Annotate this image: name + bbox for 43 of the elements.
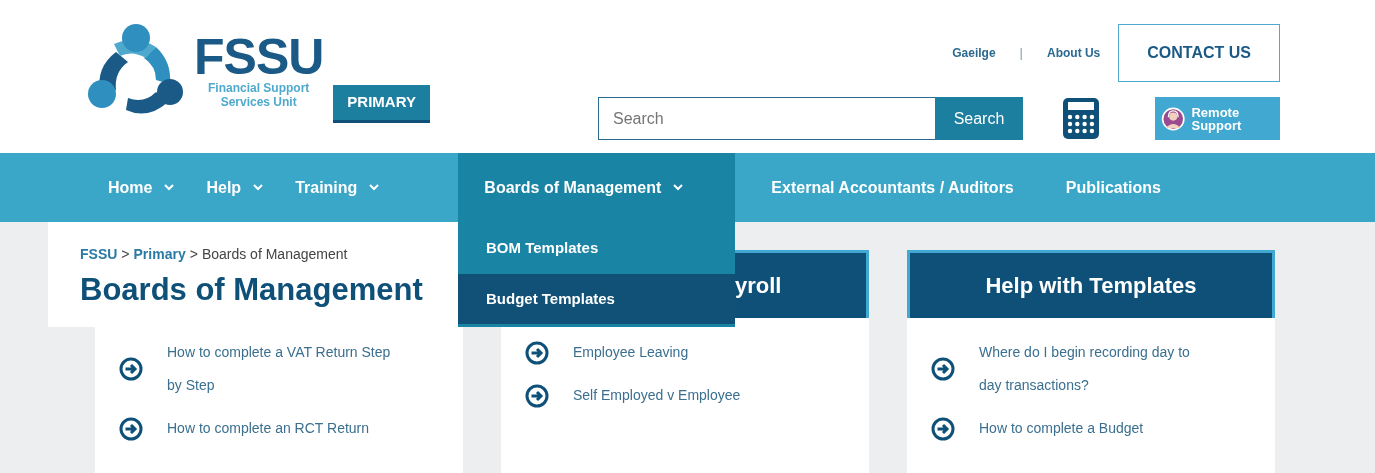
card-link[interactable]: Where do I begin recording day to day transactions? <box>979 336 1211 402</box>
arrow-circle-icon <box>931 416 955 441</box>
card-link[interactable]: Self Employed v Employee <box>573 379 805 412</box>
dropdown-item[interactable]: Budget Templates <box>458 274 735 327</box>
calculator-icon[interactable] <box>1062 97 1100 140</box>
arrow-circle-icon <box>931 357 955 381</box>
search-button[interactable]: Search <box>935 97 1023 140</box>
page-title: Boards of Management <box>80 271 424 309</box>
header-link[interactable]: About Us <box>1046 44 1101 62</box>
contact-button[interactable]: CONTACT US <box>1118 24 1280 82</box>
nav-item[interactable]: External Accountants / Auditors <box>745 153 1040 222</box>
breadcrumb-link[interactable]: FSSU <box>80 246 118 262</box>
breadcrumb-separator: > <box>189 246 198 262</box>
nav-item[interactable]: Help <box>190 153 280 222</box>
card-link[interactable]: How to complete an RCT Return <box>167 412 399 445</box>
logo-subtitle: Financial Support Services Unit <box>207 82 311 110</box>
chevron-down-icon <box>164 184 175 191</box>
dropdown-item[interactable]: BOM Templates <box>458 222 735 274</box>
arrow-circle-icon <box>525 340 549 365</box>
nav-item[interactable]: Home <box>92 153 191 222</box>
nav-item[interactable]: Training <box>279 153 396 222</box>
nav-item[interactable]: Publications <box>1039 153 1187 222</box>
card-title: Help with Templates <box>985 272 1197 300</box>
arrow-circle-icon <box>119 416 143 441</box>
chevron-down-icon <box>369 184 380 191</box>
card-link[interactable]: Employee Leaving <box>573 336 805 369</box>
breadcrumb-link[interactable]: Primary <box>133 246 186 262</box>
logo-title: FSSU <box>194 32 324 82</box>
section-label: PRIMARY <box>333 85 430 123</box>
arrow-circle-icon <box>525 383 549 408</box>
arrow-circle-icon <box>119 357 143 381</box>
card-link[interactable]: How to complete a Budget <box>979 412 1211 445</box>
card-link[interactable]: How to complete a VAT Return Step by Step <box>167 336 399 402</box>
header-link[interactable]: Gaeilge <box>952 44 996 62</box>
search-field[interactable]: Search <box>598 97 935 140</box>
breadcrumb-separator: > <box>121 246 130 262</box>
chevron-down-icon <box>253 184 264 191</box>
chevron-down-icon <box>673 184 684 191</box>
breadcrumb-current: Boards of Management <box>201 246 348 262</box>
remote-support-button[interactable]: Remote Support <box>1155 97 1280 140</box>
separator: | <box>1019 44 1023 63</box>
nav-item[interactable]: Boards of Management <box>458 153 736 222</box>
card-title: yroll <box>735 272 782 300</box>
